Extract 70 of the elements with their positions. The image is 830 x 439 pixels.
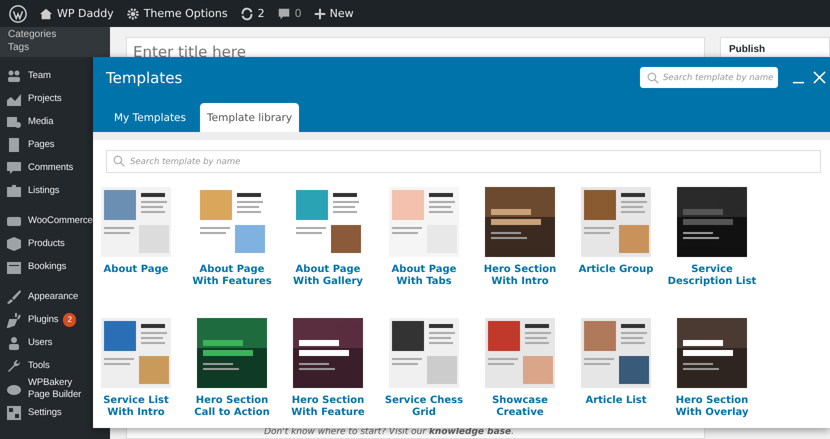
updates-link[interactable]: 2 <box>240 6 265 20</box>
new-link[interactable]: New <box>314 7 354 20</box>
tab[interactable]: Template library <box>200 103 300 132</box>
close-icon[interactable] <box>813 71 826 84</box>
menu-label: Team <box>28 70 51 82</box>
template-link[interactable]: Service Description List <box>667 264 757 288</box>
template-link[interactable]: Hero Section With Feature <box>283 395 373 419</box>
sidebar-item[interactable]: Appearance <box>0 285 110 308</box>
site-link[interactable]: WP Daddy <box>39 6 114 20</box>
menu-label: WooCommerce <box>28 214 90 226</box>
person-icon <box>6 334 22 350</box>
wordpress-logo-icon[interactable] <box>9 4 27 22</box>
menu-label: Products <box>28 238 65 250</box>
tab[interactable]: My Templates <box>107 103 193 132</box>
template-link[interactable]: Hero Section With Overlay <box>667 395 757 419</box>
search-icon <box>647 72 659 84</box>
theme-options-link[interactable]: Theme Options <box>126 6 228 20</box>
template-link[interactable]: Showcase Creative <box>475 395 565 419</box>
comment-icon <box>276 6 291 20</box>
sidebar-item[interactable]: Tools <box>0 354 110 377</box>
menu-label: WPBakery Page Builder <box>28 377 82 401</box>
page-icon <box>6 136 22 152</box>
sidebar-item[interactable]: Plugins 2 <box>0 308 110 331</box>
template-link[interactable]: Hero Section Call to Action <box>187 395 277 419</box>
home-icon <box>39 6 53 20</box>
menu-label: Plugins 2 <box>28 312 76 326</box>
menu-label: Tools <box>28 360 50 372</box>
sidebar-item[interactable]: Listings <box>0 179 110 202</box>
menu-label: Pages <box>28 138 54 150</box>
box-icon <box>6 236 22 252</box>
sidebar-item[interactable]: Media <box>0 110 110 133</box>
plus-icon <box>314 8 326 20</box>
comments-link[interactable]: 0 <box>276 6 302 20</box>
search-field[interactable]: Search template by name <box>106 150 821 173</box>
template-link[interactable]: About Page With Tabs <box>379 264 469 288</box>
sidebar-item[interactable]: Products <box>0 232 110 255</box>
brush-icon <box>6 288 22 304</box>
panel-title: Publish <box>729 44 766 55</box>
grid-icon <box>6 404 22 420</box>
modal-title: Templates <box>106 68 184 86</box>
search-field[interactable]: Search template by name <box>640 67 778 88</box>
template-link[interactable]: Hero Section With Intro <box>475 264 565 288</box>
menu-label: Listings <box>28 184 60 196</box>
template-link[interactable]: Service List With Intro <box>91 395 181 419</box>
template-link[interactable]: Service Chess Grid <box>379 395 469 419</box>
sidebar-item[interactable]: Projects <box>0 87 110 110</box>
menu-label: Bookings <box>28 260 66 272</box>
sidebar-item[interactable]: Users <box>0 331 110 354</box>
menu-label: Users <box>28 336 52 348</box>
template-link[interactable]: Article List <box>571 395 661 407</box>
menu-label: Comments <box>28 162 74 174</box>
update-count: 2 <box>63 312 76 326</box>
gear-icon <box>126 6 140 20</box>
sidebar-item[interactable]: WooCommerce <box>0 209 110 232</box>
menu-label: Media <box>28 116 54 128</box>
menu-label: Appearance <box>28 290 78 302</box>
template-link[interactable]: About Page With Gallery <box>283 264 373 288</box>
template-link[interactable]: Article Group <box>571 264 661 276</box>
wrench-icon <box>6 358 22 374</box>
people-icon <box>6 68 22 84</box>
search-icon <box>113 155 125 167</box>
template-link[interactable]: About Page <box>91 264 181 276</box>
menu-label: Projects <box>28 92 62 104</box>
menu-label: Settings <box>28 406 62 418</box>
submenu-item[interactable]: Categories <box>8 28 56 41</box>
briefcase-icon <box>6 182 22 198</box>
bubble-icon <box>6 160 22 176</box>
template-link[interactable]: About Page With Features <box>187 264 277 288</box>
refresh-icon <box>240 6 254 20</box>
submenu-item[interactable]: Tags <box>8 41 30 54</box>
